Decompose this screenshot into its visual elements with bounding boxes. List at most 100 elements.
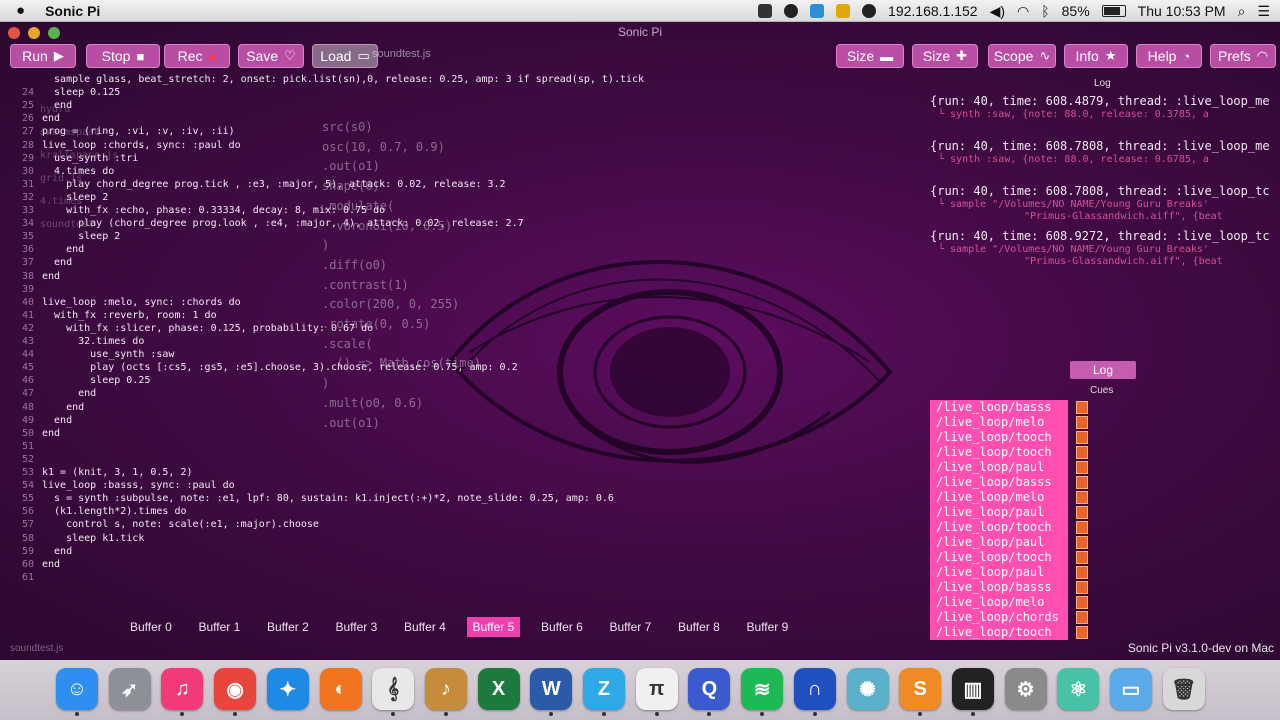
battery-percent[interactable]: 85% — [1062, 3, 1090, 19]
code-editor[interactable]: sample glass, beat_stretch: 2, onset: pi… — [0, 72, 912, 620]
excel-icon[interactable]: X — [477, 668, 520, 710]
code-line[interactable]: k1 = (knit, 3, 1, 0.5, 2) — [42, 467, 193, 478]
apple-menu-icon[interactable]: ● — [16, 2, 25, 19]
run-button[interactable]: Run ▶ — [10, 44, 76, 68]
code-line[interactable]: end — [42, 271, 60, 282]
log-pane[interactable]: {run: 40, time: 608.4879, thread: :live_… — [924, 92, 1280, 342]
itunes-icon[interactable]: ♫ — [161, 668, 204, 710]
code-line[interactable]: end — [42, 415, 72, 426]
cue-item[interactable]: /live_loop/basss — [930, 580, 1088, 595]
buffer-tab-0[interactable]: Buffer 0 — [124, 617, 178, 637]
buffer-tab-4[interactable]: Buffer 4 — [398, 617, 452, 637]
code-line[interactable]: end — [42, 559, 60, 570]
pi-icon[interactable]: π — [635, 668, 678, 710]
info-button[interactable]: Info ★ — [1064, 44, 1128, 68]
buffer-tab-5[interactable]: Buffer 5 — [466, 617, 521, 637]
code-line[interactable]: live_loop :chords, sync: :paul do — [42, 140, 241, 151]
code-line[interactable]: end — [42, 244, 84, 255]
code-line[interactable]: play chord_degree prog.tick , :e3, :majo… — [42, 179, 506, 190]
buffer-tab-2[interactable]: Buffer 2 — [261, 617, 315, 637]
code-line[interactable]: use_synth :saw — [42, 349, 174, 360]
prefs-button[interactable]: Prefs ◠ — [1210, 44, 1276, 68]
code-line[interactable]: end — [42, 388, 96, 399]
volume-icon[interactable]: ◀) — [990, 3, 1005, 20]
spotlight-icon[interactable]: ⌕ — [1238, 3, 1246, 20]
code-line[interactable]: with_fx :reverb, room: 1 do — [42, 310, 217, 321]
code-line[interactable]: sample glass, beat_stretch: 2, onset: pi… — [42, 74, 644, 85]
code-line[interactable]: live_loop :melo, sync: :chords do — [42, 297, 241, 308]
size-increase-button[interactable]: Size ✚ — [912, 44, 978, 68]
scope-button[interactable]: Scope ∿ — [988, 44, 1056, 68]
buffer-tab-7[interactable]: Buffer 7 — [604, 617, 658, 637]
system-preferences-icon[interactable]: ⚙ — [1004, 668, 1047, 710]
cue-item[interactable]: /live_loop/paul — [930, 460, 1088, 475]
buffer-tab-8[interactable]: Buffer 8 — [672, 617, 726, 637]
cue-item[interactable]: /live_loop/tooch — [930, 520, 1088, 535]
code-line[interactable]: sleep 2 — [42, 231, 120, 242]
atom-icon[interactable]: ✺ — [846, 668, 889, 710]
load-button[interactable]: Load ▭ — [312, 44, 378, 68]
cue-item[interactable]: /live_loop/melo — [930, 415, 1088, 430]
save-button[interactable]: Save ♡ — [238, 44, 304, 68]
cue-item[interactable]: /live_loop/paul — [930, 565, 1088, 580]
folder-icon[interactable]: ▭ — [1110, 668, 1152, 710]
chrome-icon[interactable]: ◉ — [214, 668, 257, 710]
spotify-icon[interactable]: ≋ — [741, 668, 784, 710]
code-line[interactable]: live_loop :basss, sync: :paul do — [42, 480, 235, 491]
record-icon[interactable] — [784, 4, 799, 18]
word-icon[interactable]: W — [530, 668, 573, 710]
stop-button[interactable]: Stop ■ — [86, 44, 160, 68]
help-button[interactable]: Help ◔ — [1136, 44, 1202, 68]
code-line[interactable]: end — [42, 428, 60, 439]
audacity-icon[interactable]: ∩ — [793, 668, 836, 710]
bluetooth-icon[interactable]: ᛒ — [1041, 3, 1049, 19]
code-line[interactable]: (k1.length*2).times do — [42, 506, 186, 517]
piano-icon[interactable]: ▥ — [951, 668, 994, 710]
code-line[interactable]: 32.times do — [42, 336, 144, 347]
cue-item[interactable]: /live_loop/tooch — [930, 430, 1088, 445]
cue-item[interactable]: /live_loop/basss — [930, 475, 1088, 490]
code-line[interactable]: end — [42, 257, 72, 268]
buffer-tab-3[interactable]: Buffer 3 — [330, 617, 384, 637]
cue-item[interactable]: /live_loop/basss — [930, 400, 1088, 415]
launchpad-icon[interactable]: ➶ — [108, 668, 151, 710]
notification-center-icon[interactable]: ☰ — [1257, 3, 1270, 20]
finder-icon[interactable]: ☺ — [56, 668, 98, 710]
code-line[interactable]: sleep 0.25 — [42, 375, 150, 386]
shield-icon[interactable] — [836, 4, 851, 18]
rec-button[interactable]: Rec ● — [164, 44, 230, 68]
cue-item[interactable]: /live_loop/paul — [930, 505, 1088, 520]
battery-icon[interactable] — [1101, 5, 1126, 17]
electron-icon[interactable]: ⚛ — [1057, 668, 1100, 710]
dropbox-icon[interactable] — [758, 4, 773, 18]
cue-item[interactable]: /live_loop/melo — [930, 490, 1088, 505]
buffer-tab-6[interactable]: Buffer 6 — [535, 617, 589, 637]
sublime-icon[interactable]: S — [899, 668, 942, 710]
eye-icon[interactable] — [862, 4, 877, 18]
quicktime-icon[interactable]: Q — [688, 668, 731, 710]
log-tab[interactable]: Log — [1070, 361, 1136, 379]
buffer-tab-9[interactable]: Buffer 9 — [741, 617, 795, 637]
cue-item[interactable]: /live_loop/paul — [930, 535, 1088, 550]
trash-icon[interactable]: 🗑 — [1162, 668, 1205, 710]
sonic-pi-icon[interactable]: 𝄞 — [372, 668, 415, 710]
code-line[interactable]: end — [42, 402, 84, 413]
code-line[interactable]: s = synth :subpulse, note: :e1, lpf: 80,… — [42, 493, 614, 504]
app-menu[interactable]: Sonic Pi — [45, 3, 100, 19]
size-decrease-button[interactable]: Size ▬ — [836, 44, 904, 68]
clock[interactable]: Thu 10:53 PM — [1138, 3, 1226, 19]
safari-icon[interactable]: ✦ — [266, 668, 309, 710]
cue-item[interactable]: /live_loop/melo — [930, 595, 1088, 610]
cue-item[interactable]: /live_loop/tooch — [930, 445, 1088, 460]
buffer-tab-1[interactable]: Buffer 1 — [193, 617, 247, 637]
code-line[interactable]: sleep 0.125 — [42, 87, 120, 98]
instruments-icon[interactable]: ♪ — [424, 668, 467, 710]
code-line[interactable]: end — [42, 546, 72, 557]
cues-list[interactable]: /live_loop/basss/live_loop/melo/live_loo… — [930, 400, 1090, 640]
cue-item[interactable]: /live_loop/tooch — [930, 550, 1088, 565]
screen-icon[interactable] — [810, 4, 825, 18]
ip-address[interactable]: 192.168.1.152 — [888, 3, 978, 19]
code-line[interactable]: control s, note: scale(:e1, :major).choo… — [42, 519, 319, 530]
code-line[interactable]: sleep k1.tick — [42, 533, 144, 544]
firefox-icon[interactable]: ◐ — [319, 668, 362, 710]
